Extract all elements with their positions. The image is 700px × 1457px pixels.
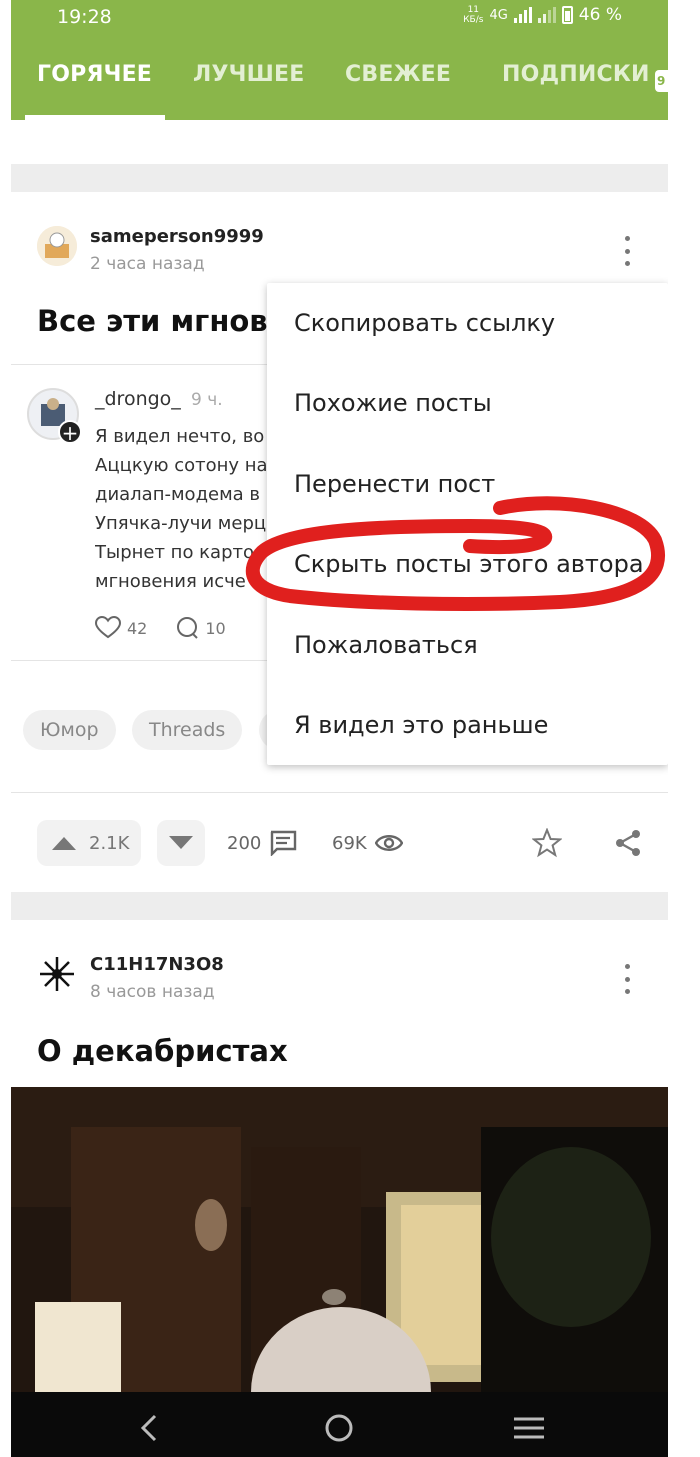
divider bbox=[11, 792, 668, 793]
menu-item-hide-author-posts[interactable]: Скрыть посты этого автора bbox=[294, 550, 644, 578]
comment-reply-button[interactable]: 10 bbox=[175, 616, 226, 640]
share-icon[interactable] bbox=[613, 828, 643, 858]
subscribe-plus-icon[interactable]: + bbox=[58, 420, 82, 444]
tab-fresh[interactable]: СВЕЖЕЕ bbox=[345, 62, 451, 87]
views-count: 69K bbox=[332, 820, 403, 866]
upvote-button[interactable]: 2.1K bbox=[37, 820, 141, 866]
system-nav-bar bbox=[11, 1392, 668, 1457]
heart-icon bbox=[95, 616, 121, 639]
post-title[interactable]: Все эти мгнове bbox=[37, 304, 287, 338]
home-icon[interactable] bbox=[324, 1413, 354, 1443]
next-post-author-row: C11H17N3O8 8 часов назад bbox=[37, 954, 637, 1004]
arrow-down-icon bbox=[169, 836, 193, 849]
signal-icon bbox=[513, 7, 532, 23]
signal-icon-2 bbox=[537, 7, 556, 23]
menu-item-seen-before[interactable]: Я видел это раньше bbox=[294, 711, 548, 739]
app-screen: 19:28 11 КБ/s 4G 46 % ГОРЯЧЕЕ ЛУЧШЕЕ СВЕ… bbox=[11, 0, 668, 1457]
next-post-author-name[interactable]: C11H17N3O8 bbox=[90, 954, 224, 975]
network-speed: 11 КБ/s bbox=[463, 5, 484, 25]
next-post-title[interactable]: О декабристах bbox=[37, 1034, 288, 1068]
tab-subscriptions[interactable]: ПОДПИСКИ bbox=[502, 62, 650, 87]
comment-author[interactable]: _drongo_ bbox=[95, 388, 181, 410]
back-icon[interactable] bbox=[137, 1414, 161, 1442]
active-tab-indicator bbox=[25, 115, 165, 120]
tab-hot[interactable]: ГОРЯЧЕЕ bbox=[37, 62, 152, 87]
next-post-time: 8 часов назад bbox=[90, 982, 215, 1002]
comment-like-button[interactable]: 42 bbox=[95, 616, 147, 640]
status-icons: 11 КБ/s 4G 46 % bbox=[463, 5, 622, 25]
more-options-icon[interactable] bbox=[617, 964, 637, 994]
app-header: 19:28 11 КБ/s 4G 46 % ГОРЯЧЕЕ ЛУЧШЕЕ СВЕ… bbox=[11, 0, 668, 120]
downvote-button[interactable] bbox=[157, 820, 205, 866]
comment-bubble-icon bbox=[177, 617, 199, 639]
post-time: 2 часа назад bbox=[90, 254, 205, 274]
comment-time: 9 ч. bbox=[191, 390, 223, 410]
star-icon[interactable] bbox=[532, 828, 562, 858]
status-time: 19:28 bbox=[57, 6, 112, 28]
comment-icon bbox=[271, 830, 297, 856]
eye-icon bbox=[374, 835, 403, 851]
avatar[interactable] bbox=[37, 226, 77, 266]
recents-menu-icon[interactable] bbox=[513, 1416, 545, 1440]
arrow-up-icon bbox=[52, 837, 76, 850]
post-author-row: sameperson9999 2 часа назад bbox=[37, 226, 637, 276]
next-post-card: C11H17N3O8 8 часов назад О декабристах bbox=[11, 920, 668, 1457]
battery-level: 46 % bbox=[578, 5, 622, 25]
post-options-menu: Скопировать ссылку Похожие посты Перенес… bbox=[267, 283, 668, 765]
tab-best[interactable]: ЛУЧШЕЕ bbox=[193, 62, 304, 87]
menu-item-move-post[interactable]: Перенести пост bbox=[294, 470, 495, 498]
comment-text: Я видел нечто, во Аццкую сотону на диала… bbox=[95, 426, 268, 592]
more-options-icon[interactable] bbox=[617, 236, 637, 266]
subscriptions-badge: 9 bbox=[655, 70, 668, 92]
post-author-name[interactable]: sameperson9999 bbox=[90, 226, 264, 247]
avatar[interactable] bbox=[37, 954, 77, 994]
menu-item-copy-link[interactable]: Скопировать ссылку bbox=[294, 309, 555, 337]
tag-threads[interactable]: Threads bbox=[132, 710, 243, 750]
tab-bar: ГОРЯЧЕЕ ЛУЧШЕЕ СВЕЖЕЕ ПОДПИСКИ bbox=[11, 62, 668, 102]
tag-humor[interactable]: Юмор bbox=[23, 710, 116, 750]
network-type: 4G bbox=[489, 7, 508, 23]
menu-item-report[interactable]: Пожаловаться bbox=[294, 631, 478, 659]
status-bar: 19:28 11 КБ/s 4G 46 % bbox=[11, 0, 668, 36]
comment-actions: 42 10 bbox=[95, 616, 226, 640]
comments-count-button[interactable]: 200 bbox=[227, 820, 297, 866]
battery-icon bbox=[561, 6, 573, 24]
menu-item-similar-posts[interactable]: Похожие посты bbox=[294, 389, 492, 417]
